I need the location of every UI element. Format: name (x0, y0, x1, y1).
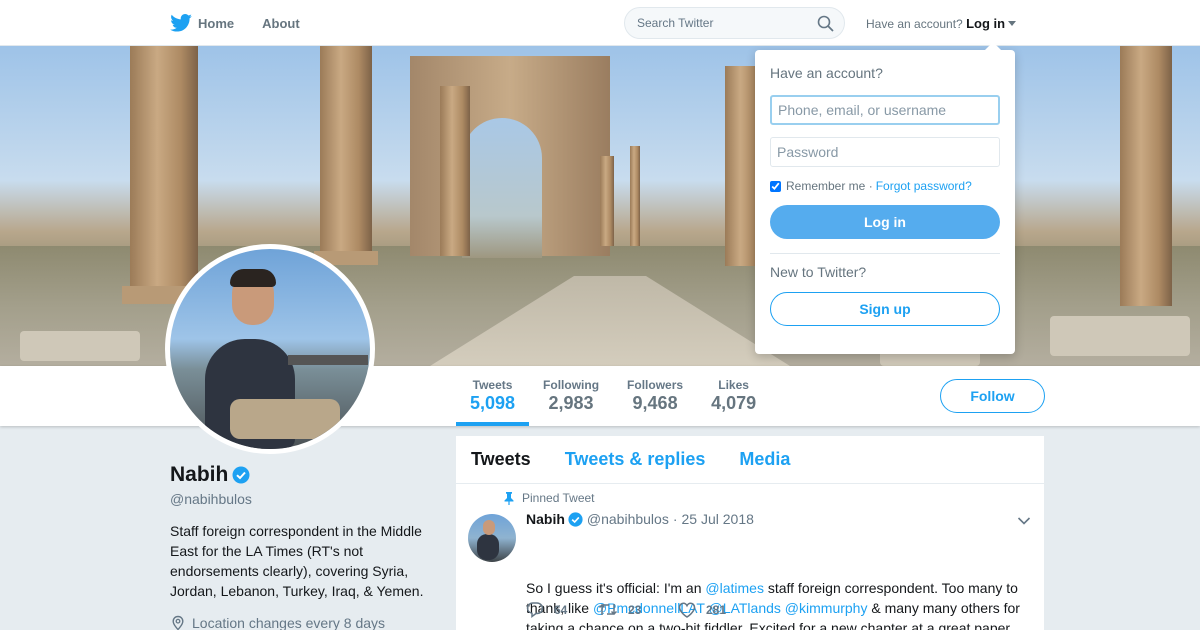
profile-location-text: Location changes every 8 days (192, 615, 386, 630)
tweet-actions: 64 23 281 (526, 601, 726, 618)
remember-separator: · (868, 179, 873, 193)
profile-name: Nabih (170, 463, 250, 487)
mention-link[interactable]: @kimmurphy (785, 600, 868, 616)
like-button[interactable]: 281 (678, 602, 726, 618)
stat-followers-label: Followers (627, 378, 684, 392)
signup-button[interactable]: Sign up (770, 292, 1000, 326)
search-input[interactable] (625, 8, 805, 38)
stat-likes-label: Likes (718, 378, 749, 392)
stat-following-value: 2,983 (548, 393, 594, 413)
pinned-label: Pinned Tweet (522, 491, 595, 505)
forgot-password-link[interactable]: Forgot password? (876, 179, 972, 193)
banner-column (440, 86, 470, 256)
dropdown-title: Have an account? (770, 65, 883, 81)
nav-about[interactable]: About (262, 16, 300, 31)
tab-tweets[interactable]: Tweets (471, 449, 531, 470)
avatar-figure-hair (230, 269, 276, 287)
tab-media[interactable]: Media (739, 449, 790, 470)
reply-count: 64 (554, 602, 568, 617)
avatar-figure-legs (230, 399, 340, 439)
retweet-icon (598, 603, 618, 616)
profile-name-text[interactable]: Nabih (170, 463, 228, 487)
stat-tweets-value: 5,098 (470, 393, 516, 413)
username-input[interactable] (770, 95, 1000, 125)
profile-avatar[interactable] (165, 244, 375, 454)
nav-home-label: Home (198, 15, 235, 31)
nav-about-label: About (262, 15, 300, 31)
profile-location: Location changes every 8 days (170, 615, 385, 630)
like-count: 281 (706, 602, 727, 617)
password-input[interactable] (770, 137, 1000, 167)
pin-icon (504, 491, 514, 505)
tweet-meta-separator: · (672, 511, 678, 527)
stat-likes-value: 4,079 (711, 393, 757, 413)
remember-checkbox[interactable] (770, 180, 781, 192)
dropdown-divider (770, 253, 1000, 254)
avatar-figure-prop (288, 355, 368, 365)
verified-badge-icon (232, 466, 250, 484)
stat-following[interactable]: Following 2,983 (529, 366, 613, 426)
reply-button[interactable]: 64 (526, 601, 598, 618)
timeline-tabs: Tweets Tweets & replies Media (456, 436, 1044, 484)
location-pin-icon (172, 615, 184, 630)
pinned-label-row: Pinned Tweet (504, 491, 595, 505)
banner-column (320, 46, 372, 261)
stat-following-label: Following (543, 378, 600, 392)
have-account-text: Have an account? (866, 17, 963, 31)
banner-column (600, 156, 614, 246)
twitter-bird-icon (170, 14, 192, 32)
stat-tweets-label: Tweets (472, 378, 513, 392)
heart-icon (678, 602, 696, 618)
banner-rock (1050, 316, 1190, 356)
tweet-author-name[interactable]: Nabih (526, 511, 565, 527)
tab-tweets-replies[interactable]: Tweets & replies (565, 449, 706, 470)
banner-column (130, 46, 198, 296)
profile-handle[interactable]: @nabihbulos (170, 491, 252, 507)
verified-badge-icon (568, 511, 583, 527)
tweet-avatar-head (483, 520, 495, 535)
profile-stats: Tweets 5,098 Following 2,983 Followers 9… (456, 366, 770, 426)
tweet-text-part: So I guess it's official: I'm an (526, 580, 706, 596)
login-prompt: Have an account? Log in (866, 16, 1017, 31)
login-button[interactable]: Log in (770, 205, 1000, 239)
retweet-count: 23 (628, 602, 642, 617)
search-icon[interactable] (817, 15, 834, 32)
follow-button[interactable]: Follow (940, 379, 1045, 413)
remember-label: Remember me (786, 179, 866, 193)
tweet-header: Nabih @nabihbulos · 25 Jul 2018 (526, 511, 754, 527)
stat-likes[interactable]: Likes 4,079 (697, 366, 770, 426)
login-dropdown: Have an account? Remember me · Forgot pa… (755, 42, 1015, 354)
tweet-date[interactable]: 25 Jul 2018 (682, 511, 754, 527)
login-toggle[interactable]: Log in (966, 16, 1005, 31)
mention-link[interactable]: @latimes (705, 580, 764, 596)
nav-home[interactable]: Home (170, 14, 234, 32)
stat-tweets[interactable]: Tweets 5,098 (456, 366, 530, 426)
profile-bio: Staff foreign correspondent in the Middl… (170, 523, 424, 599)
reply-icon (526, 602, 544, 618)
nav-left: Home About (170, 0, 328, 46)
chevron-down-icon[interactable] (1017, 516, 1031, 526)
banner-arch-opening (462, 118, 542, 258)
stat-followers[interactable]: Followers 9,468 (613, 366, 697, 426)
search-box (624, 7, 845, 39)
tweet-author-handle[interactable]: @nabihbulos (587, 511, 669, 527)
new-to-twitter-text: New to Twitter? (770, 264, 867, 280)
retweet-button[interactable]: 23 (598, 602, 678, 617)
banner-rock (20, 331, 140, 361)
remember-row: Remember me · Forgot password? (770, 179, 1000, 193)
tweet-avatar-body (477, 534, 499, 560)
top-nav: Home About Have an account? Log in (0, 0, 1200, 46)
banner-column (630, 146, 640, 246)
caret-down-icon[interactable] (1008, 21, 1017, 26)
banner-column (1120, 46, 1172, 306)
stat-followers-value: 9,468 (632, 393, 678, 413)
tweet-avatar[interactable] (468, 514, 516, 562)
